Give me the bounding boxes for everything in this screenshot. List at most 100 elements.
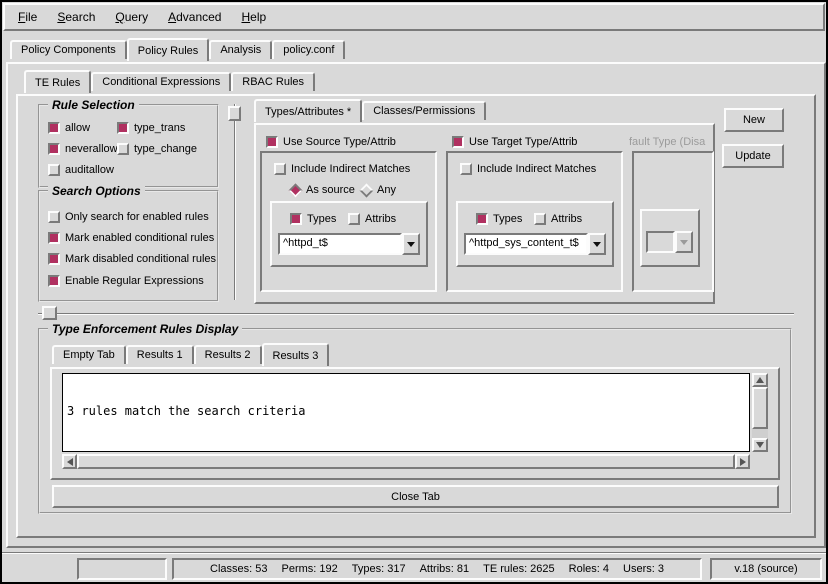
rule-selection-title: Rule Selection	[48, 98, 139, 112]
checkbox-mark-enabled-indicator	[48, 232, 60, 244]
checkbox-target-indirect[interactable]: Include Indirect Matches	[460, 162, 596, 176]
checkbox-mark-enabled[interactable]: Mark enabled conditional rules	[48, 231, 214, 245]
vertical-sash-line	[234, 104, 236, 300]
checkbox-type-trans-indicator	[117, 122, 129, 134]
checkbox-enabled-rules-only[interactable]: Only search for enabled rules	[48, 210, 209, 224]
vertical-scroll-thumb[interactable]	[752, 387, 768, 429]
stat-te-rules: TE rules: 2625	[483, 563, 555, 575]
checkbox-enabled-rules-only-indicator	[48, 211, 60, 223]
checkbox-auditallow-indicator	[48, 164, 60, 176]
scroll-left-button[interactable]	[62, 454, 77, 469]
checkbox-type-change-label: type_change	[134, 143, 197, 155]
tab-policy-rules[interactable]: Policy Rules	[127, 38, 210, 61]
default-type-combobox-entry	[646, 231, 675, 253]
apol-window: File Search Query Advanced Help Policy C…	[0, 0, 828, 584]
checkbox-mark-disabled[interactable]: Mark disabled conditional rules	[48, 252, 216, 266]
menu-help-key: H	[241, 10, 250, 24]
checkbox-enabled-rules-only-label: Only search for enabled rules	[65, 211, 209, 223]
tab-results-1[interactable]: Results 1	[126, 345, 194, 364]
tab-te-rules[interactable]: TE Rules	[24, 70, 91, 93]
vertical-sash-handle[interactable]	[228, 106, 241, 121]
stat-classes: Classes: 53	[210, 563, 267, 575]
checkbox-target-attribs[interactable]: Attribs	[534, 212, 582, 226]
scroll-up-button[interactable]	[752, 373, 768, 387]
tab-rbac-rules[interactable]: RBAC Rules	[231, 72, 315, 91]
checkbox-target-attribs-indicator	[534, 213, 546, 225]
scroll-down-button[interactable]	[752, 438, 768, 452]
checkbox-enable-regex-indicator	[48, 275, 60, 287]
tab-results-3[interactable]: Results 3	[262, 343, 330, 366]
new-button[interactable]: New	[724, 108, 784, 132]
results-text-area[interactable]: 3 rules match the search criteria (5822)…	[62, 373, 750, 452]
checkbox-enable-regex[interactable]: Enable Regular Expressions	[48, 274, 204, 288]
checkbox-mark-enabled-label: Mark enabled conditional rules	[65, 232, 214, 244]
checkbox-use-source[interactable]: Use Source Type/Attrib	[266, 135, 396, 149]
checkbox-auditallow-label: auditallow	[65, 164, 114, 176]
checkbox-allow-label: allow	[65, 122, 90, 134]
menu-query-rest: uery	[125, 10, 148, 24]
checkbox-type-trans[interactable]: type_trans	[117, 121, 185, 135]
checkbox-type-change[interactable]: type_change	[117, 142, 197, 156]
target-type-combobox-button[interactable]	[588, 233, 606, 255]
checkbox-target-types[interactable]: Types	[476, 212, 522, 226]
menu-query[interactable]: Query	[112, 8, 151, 26]
checkbox-type-trans-label: type_trans	[134, 122, 185, 134]
menu-advanced-rest: dvanced	[176, 10, 221, 24]
checkbox-source-attribs-indicator	[348, 213, 360, 225]
chevron-down-icon	[593, 242, 601, 247]
radio-any-indicator	[359, 183, 373, 197]
stat-types: Types: 317	[352, 563, 406, 575]
checkbox-allow[interactable]: allow	[48, 121, 90, 135]
checkbox-source-attribs-label: Attribs	[365, 213, 396, 225]
horizontal-scroll-thumb[interactable]	[77, 454, 735, 469]
menu-search[interactable]: Search	[54, 8, 98, 26]
menu-advanced-key: A	[168, 10, 176, 24]
tab-analysis[interactable]: Analysis	[209, 40, 272, 59]
stat-perms: Perms: 192	[282, 563, 338, 575]
checkbox-allow-indicator	[48, 122, 60, 134]
source-type-combobox-entry[interactable]: ^httpd_t$	[278, 233, 402, 255]
checkbox-target-indirect-indicator	[460, 163, 472, 175]
checkbox-source-attribs[interactable]: Attribs	[348, 212, 396, 226]
results-horizontal-scrollbar[interactable]	[62, 454, 750, 469]
ta-tab-bar: Types/Attributes * Classes/Permissions	[254, 99, 486, 120]
checkbox-use-source-label: Use Source Type/Attrib	[283, 136, 396, 148]
horizontal-sash-handle[interactable]	[42, 306, 57, 320]
tab-results-2[interactable]: Results 2	[194, 345, 262, 364]
checkbox-use-target-label: Use Target Type/Attrib	[469, 136, 577, 148]
tab-classes-permissions[interactable]: Classes/Permissions	[362, 101, 486, 120]
tab-types-attributes[interactable]: Types/Attributes *	[254, 99, 362, 122]
checkbox-use-target[interactable]: Use Target Type/Attrib	[452, 135, 577, 149]
checkbox-source-indirect-label: Include Indirect Matches	[291, 163, 410, 175]
scroll-right-button[interactable]	[735, 454, 750, 469]
source-type-combobox[interactable]: ^httpd_t$	[278, 233, 420, 255]
chevron-down-icon	[680, 240, 688, 245]
tab-empty[interactable]: Empty Tab	[52, 345, 126, 364]
checkbox-target-types-indicator	[476, 213, 488, 225]
update-button[interactable]: Update	[722, 144, 784, 168]
checkbox-source-types[interactable]: Types	[290, 212, 336, 226]
menu-help-rest: elp	[250, 10, 266, 24]
checkbox-source-indirect[interactable]: Include Indirect Matches	[274, 162, 410, 176]
radio-as-source[interactable]: As source	[290, 183, 355, 197]
tab-policy-components[interactable]: Policy Components	[10, 40, 127, 59]
menu-help[interactable]: Help	[238, 8, 269, 26]
stat-roles: Roles: 4	[569, 563, 609, 575]
checkbox-neverallow[interactable]: neverallow	[48, 142, 118, 156]
target-type-combobox-entry[interactable]: ^httpd_sys_content_t$	[464, 233, 588, 255]
tab-policy-conf[interactable]: policy.conf	[272, 40, 345, 59]
results-vertical-scrollbar[interactable]	[752, 373, 768, 452]
arrow-right-icon	[740, 458, 746, 466]
target-type-combobox[interactable]: ^httpd_sys_content_t$	[464, 233, 606, 255]
menu-file[interactable]: File	[15, 8, 40, 26]
default-type-label: fault Type (Disa	[629, 136, 713, 150]
tab-conditional-expressions[interactable]: Conditional Expressions	[91, 72, 231, 91]
menu-advanced[interactable]: Advanced	[165, 8, 224, 26]
source-type-combobox-button[interactable]	[402, 233, 420, 255]
checkbox-auditallow[interactable]: auditallow	[48, 163, 114, 177]
radio-any[interactable]: Any	[361, 183, 396, 197]
default-type-combobox	[646, 231, 693, 253]
close-tab-button[interactable]: Close Tab	[52, 485, 779, 508]
checkbox-neverallow-label: neverallow	[65, 143, 118, 155]
radio-any-label: Any	[377, 184, 396, 196]
